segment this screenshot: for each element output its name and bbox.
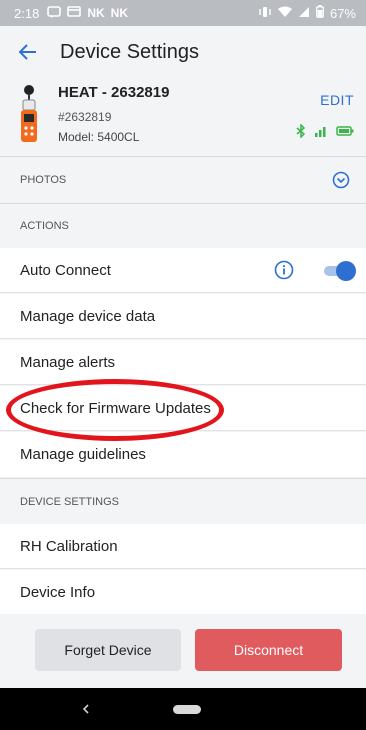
check-firmware-updates-item[interactable]: Check for Firmware Updates (0, 386, 366, 431)
bottom-actions: Forget Device Disconnect (0, 614, 366, 688)
device-model: Model: 5400CL (58, 130, 140, 144)
device-status-icons (296, 124, 354, 138)
check-firmware-updates-label: Check for Firmware Updates (20, 399, 211, 417)
auto-connect-toggle[interactable] (320, 261, 356, 281)
battery-percent: 67% (329, 5, 356, 21)
auto-connect-label: Auto Connect (20, 261, 111, 279)
system-status: 67% (258, 5, 356, 21)
actions-label: ACTIONS (20, 220, 69, 232)
wifi-icon (277, 6, 292, 21)
message-icon (47, 5, 62, 21)
manage-device-data-label: Manage device data (20, 307, 156, 325)
manage-guidelines-item[interactable]: Manage guidelines (0, 432, 366, 477)
nav-home-pill[interactable] (173, 705, 201, 714)
device-settings-section-header: DEVICE SETTINGS (0, 479, 366, 524)
device-card: HEAT - 2632819 #2632819 Model: 5400CL ED… (0, 78, 366, 156)
expand-icon[interactable] (332, 171, 350, 189)
cell-signal-icon (298, 6, 310, 21)
battery-icon (336, 126, 354, 136)
photos-label: PHOTOS (20, 174, 67, 186)
rh-calibration-item[interactable]: RH Calibration (0, 524, 366, 569)
rh-calibration-label: RH Calibration (20, 537, 118, 555)
manage-device-data-item[interactable]: Manage device data (0, 294, 366, 339)
manage-guidelines-label: Manage guidelines (20, 446, 146, 463)
notif-nk-2: NK (110, 6, 128, 20)
info-icon[interactable] (274, 260, 294, 280)
forget-device-button[interactable]: Forget Device (35, 629, 181, 671)
toggle-thumb (336, 261, 356, 281)
status-time: 2:18 (14, 5, 40, 21)
back-button[interactable] (0, 26, 56, 78)
device-id: #2632819 (58, 110, 112, 124)
app-bar: Device Settings (0, 26, 366, 78)
manage-alerts-label: Manage alerts (20, 353, 116, 371)
photos-section-header[interactable]: PHOTOS (0, 157, 366, 203)
card-icon (67, 6, 82, 20)
manage-alerts-item[interactable]: Manage alerts (0, 340, 366, 385)
actions-section-header: ACTIONS (0, 204, 366, 248)
auto-connect-item: Auto Connect (0, 248, 366, 293)
notification-icons: NK NK (47, 5, 128, 21)
device-settings-label: DEVICE SETTINGS (20, 495, 120, 508)
nav-back-icon[interactable] (80, 699, 92, 719)
vibrate-icon (258, 6, 272, 21)
page-title: Device Settings (60, 40, 199, 63)
notif-nk-1: NK (87, 6, 105, 20)
status-bar: 2:18 NK NK 67% (0, 0, 366, 26)
device-info-label: Device Info (20, 584, 96, 601)
device-name: HEAT - 2632819 (58, 84, 170, 101)
bluetooth-icon (296, 124, 306, 138)
device-thumbnail (18, 84, 40, 146)
disconnect-button[interactable]: Disconnect (195, 629, 342, 671)
edit-button[interactable]: EDIT (320, 92, 354, 108)
battery-status-icon (316, 5, 324, 21)
device-info-item[interactable]: Device Info (0, 570, 366, 615)
back-arrow-icon (19, 44, 36, 60)
signal-icon (315, 127, 326, 137)
system-nav-bar (0, 688, 366, 730)
